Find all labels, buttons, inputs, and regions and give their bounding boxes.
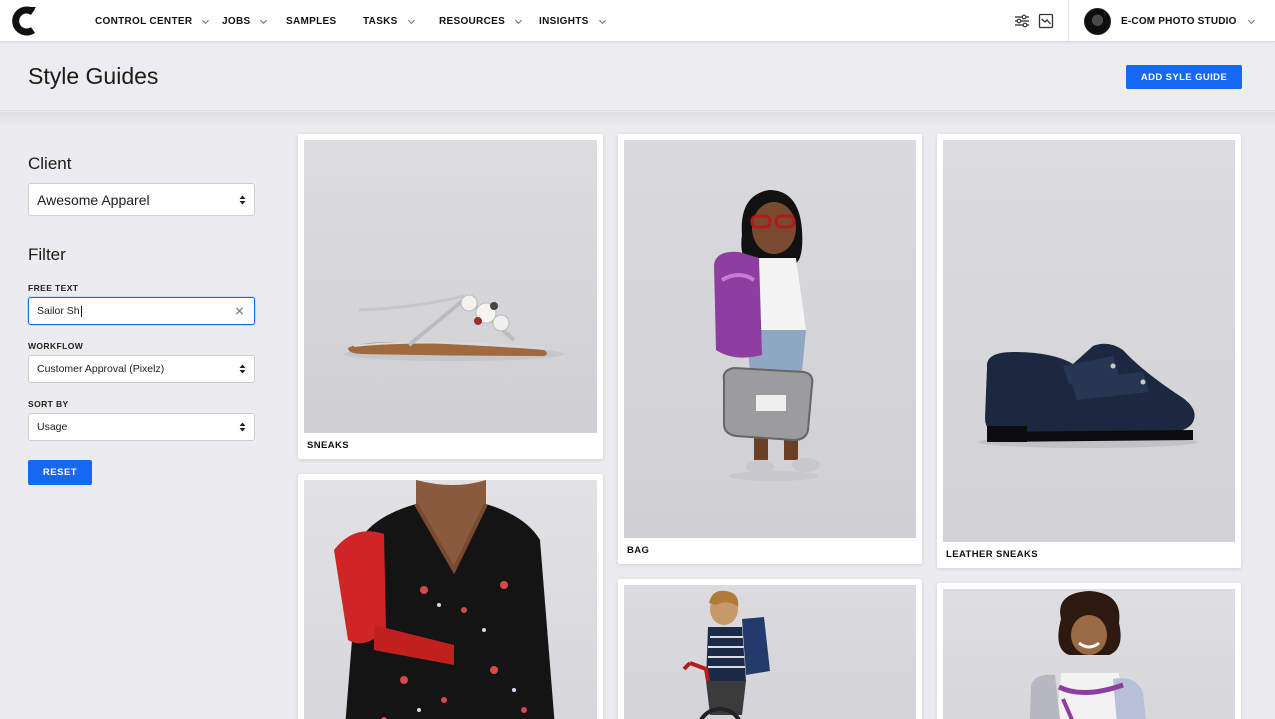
style-guide-card-bag[interactable]: BAG xyxy=(618,134,922,564)
select-arrows-icon xyxy=(239,364,246,374)
free-text-label: FREE TEXT xyxy=(28,283,79,293)
clear-icon[interactable] xyxy=(235,307,244,316)
girl-smiling-image xyxy=(1029,591,1146,719)
card-image xyxy=(624,140,916,538)
chevron-down-icon xyxy=(1247,19,1255,24)
workflow-value: Customer Approval (Pixelz) xyxy=(37,363,165,375)
select-arrows-icon xyxy=(239,422,246,432)
chart-icon[interactable] xyxy=(1037,12,1055,30)
nav-label: SAMPLES xyxy=(286,15,337,27)
card-label: BAG xyxy=(627,545,650,556)
style-guide-card-bike[interactable] xyxy=(618,579,922,719)
nav-control-center[interactable]: CONTROL CENTER xyxy=(95,0,210,42)
studio-name: E-COM PHOTO STUDIO xyxy=(1121,15,1237,27)
style-guide-card-leather-sneaks[interactable]: LEATHER SNEAKS xyxy=(937,134,1241,568)
floral-dress-image xyxy=(334,480,555,719)
nav-jobs[interactable]: JOBS xyxy=(222,0,268,42)
boy-on-bike-image xyxy=(682,590,770,719)
client-value: Awesome Apparel xyxy=(37,191,150,208)
nav-label: TASKS xyxy=(363,15,398,27)
text-caret xyxy=(80,305,82,317)
top-navigation: CONTROL CENTER JOBS SAMPLES TASKS RESOUR… xyxy=(0,0,1275,42)
nav-label: RESOURCES xyxy=(439,15,506,27)
studio-switcher[interactable]: E-COM PHOTO STUDIO xyxy=(1068,0,1275,42)
client-select[interactable]: Awesome Apparel xyxy=(28,183,255,216)
style-guide-card-sneaks[interactable]: SNEAKS xyxy=(298,134,603,459)
page-header: Style Guides ADD SYLE GUIDE xyxy=(0,43,1275,111)
free-text-input[interactable]: Sailor Sh xyxy=(28,297,255,325)
add-style-guide-button[interactable]: ADD SYLE GUIDE xyxy=(1126,65,1242,89)
nav-label: INSIGHTS xyxy=(539,15,589,27)
card-image xyxy=(624,585,916,719)
girl-with-bag-image xyxy=(714,190,820,481)
filter-title: Filter xyxy=(28,245,66,264)
sort-by-select[interactable]: Usage xyxy=(28,413,255,441)
nav-label: JOBS xyxy=(222,15,251,27)
chevron-down-icon xyxy=(598,19,606,24)
free-text-value: Sailor Sh xyxy=(37,305,80,317)
reset-button[interactable]: RESET xyxy=(28,460,92,485)
sandal-image xyxy=(344,294,564,361)
workflow-select[interactable]: Customer Approval (Pixelz) xyxy=(28,355,255,383)
chevron-down-icon xyxy=(260,19,268,24)
leather-shoe-image xyxy=(978,343,1198,448)
sort-by-label: SORT BY xyxy=(28,399,69,409)
card-label: SNEAKS xyxy=(307,440,349,451)
nav-insights[interactable]: INSIGHTS xyxy=(539,0,607,42)
card-image xyxy=(943,140,1235,542)
card-image xyxy=(304,140,597,433)
page-title: Style Guides xyxy=(28,63,159,89)
style-guide-card-girl-backpack[interactable] xyxy=(937,583,1241,719)
company-logo[interactable] xyxy=(11,6,41,36)
nav-tasks[interactable]: TASKS xyxy=(363,0,416,42)
client-title: Client xyxy=(28,154,72,173)
select-arrows-icon xyxy=(239,195,246,204)
workflow-label: WORKFLOW xyxy=(28,341,84,351)
chevron-down-icon xyxy=(407,19,415,24)
nav-label: CONTROL CENTER xyxy=(95,15,193,27)
sliders-icon[interactable] xyxy=(1013,12,1031,30)
chevron-down-icon xyxy=(202,19,210,24)
sort-by-value: Usage xyxy=(37,421,68,433)
card-image xyxy=(943,589,1235,719)
card-label: LEATHER SNEAKS xyxy=(946,549,1038,560)
nav-samples[interactable]: SAMPLES xyxy=(286,0,336,42)
nav-resources[interactable]: RESOURCES xyxy=(439,0,523,42)
style-guide-card-dress[interactable] xyxy=(298,474,603,719)
header-shadow xyxy=(0,112,1275,126)
chevron-down-icon xyxy=(515,19,523,24)
card-image xyxy=(304,480,597,719)
avatar xyxy=(1084,7,1111,35)
